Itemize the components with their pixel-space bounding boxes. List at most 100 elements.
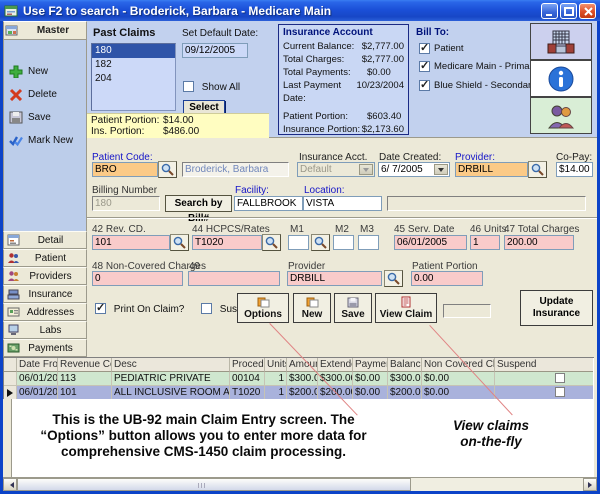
facility-input[interactable]: FALLBROOK <box>234 196 303 211</box>
client-area: Master New Delete Save Mark New Detail P… <box>3 21 597 491</box>
m2-input[interactable] <box>333 235 354 250</box>
insurance-account-title: Insurance Account <box>283 27 404 38</box>
bill-to-option-blueshield[interactable]: Blue Shield - Secondary <box>419 80 536 91</box>
field49-input[interactable] <box>188 271 280 286</box>
new-line-button[interactable]: New <box>293 293 331 323</box>
sidebar-action-new[interactable]: New <box>9 63 48 79</box>
date-created-combobox[interactable]: 6/ 7/2005 <box>378 162 450 177</box>
patients-button[interactable] <box>530 97 592 134</box>
sidebar-action-mark-new[interactable]: Mark New <box>9 132 73 148</box>
grid-header[interactable]: Units <box>265 358 287 372</box>
sidebar-action-delete[interactable]: Delete <box>9 86 57 102</box>
grid-header[interactable]: Extended <box>318 358 353 372</box>
grid-header[interactable]: Non Covered Charges <box>422 358 495 372</box>
minimize-button[interactable] <box>541 3 558 19</box>
sidebar-item-providers[interactable]: Providers <box>3 267 87 285</box>
cell-suspend <box>495 372 593 386</box>
grid-header[interactable]: Suspend <box>495 358 593 372</box>
bill-to-checkbox[interactable] <box>419 80 430 91</box>
scroll-left-arrow[interactable] <box>3 478 17 491</box>
grid-header[interactable]: Procedure <box>230 358 265 372</box>
past-claims-item[interactable]: 182 <box>92 58 175 72</box>
scrollbar-track[interactable] <box>411 478 583 491</box>
noncovered-input[interactable]: 0 <box>92 271 183 286</box>
default-date-input[interactable]: 09/12/2005 <box>182 43 248 58</box>
bill-to-checkbox[interactable] <box>419 43 430 54</box>
side-note-line: on-the-fly <box>431 434 551 450</box>
past-claims-item[interactable]: 180 <box>92 44 175 58</box>
print-on-claim-box[interactable] <box>95 303 106 314</box>
maximize-button[interactable] <box>560 3 577 19</box>
scroll-right-arrow[interactable] <box>583 478 597 491</box>
bill-to-checkbox[interactable] <box>419 61 430 72</box>
close-button[interactable] <box>579 3 596 19</box>
view-claim-button[interactable]: View Claim <box>375 293 437 323</box>
grid-header[interactable]: Balance <box>388 358 422 372</box>
total-charges-input[interactable]: 200.00 <box>504 235 574 250</box>
m1-search-button[interactable] <box>311 234 330 251</box>
suspended-box[interactable] <box>201 303 212 314</box>
sidebar-item-label: Providers <box>23 271 78 282</box>
insurance-acct-value: Default <box>300 164 332 175</box>
sidebar-master-header[interactable]: Master <box>3 21 87 40</box>
grid-header[interactable]: Payments <box>353 358 388 372</box>
facility-button[interactable] <box>530 23 592 60</box>
sidebar-item-payments[interactable]: Payments <box>3 339 87 357</box>
update-insurance-button[interactable]: Update Insurance <box>520 290 593 326</box>
patient-name-field: Broderick, Barbara <box>182 162 289 177</box>
bill-to-option-patient[interactable]: Patient <box>419 43 464 54</box>
grid-header[interactable]: Revenue Code <box>58 358 112 372</box>
sidebar-item-detail[interactable]: Detail <box>3 231 87 249</box>
rev-cd-input[interactable]: 101 <box>92 235 170 250</box>
m3-input[interactable] <box>358 235 379 250</box>
past-claims-item[interactable]: 204 <box>92 72 175 86</box>
sidebar-item-patient[interactable]: Patient <box>3 249 87 267</box>
options-button[interactable]: Options <box>237 293 289 323</box>
line-provider-search-button[interactable] <box>384 270 403 287</box>
suspend-checkbox[interactable] <box>555 373 565 383</box>
sidebar-item-insurance[interactable]: Insurance <box>3 285 87 303</box>
patient-code-input[interactable]: BRO <box>92 162 158 177</box>
print-on-claim-checkbox[interactable]: Print On Claim? <box>95 303 184 315</box>
patient-search-button[interactable] <box>158 161 177 178</box>
sidebar-action-save[interactable]: Save <box>9 109 51 125</box>
table-row[interactable]: 06/01/2005 113 PEDIATRIC PRIVATE 00104 1… <box>4 372 594 386</box>
m1-input[interactable] <box>288 235 309 250</box>
save-line-button[interactable]: Save <box>334 293 372 323</box>
line-provider-input[interactable]: DRBILL <box>287 271 382 286</box>
ins-row-label: Last Payment Date: <box>283 79 356 92</box>
rev-cd-search-button[interactable] <box>170 234 189 251</box>
table-row[interactable]: 06/01/2005 101 ALL INCLUSIVE ROOM AND BO… <box>4 386 594 400</box>
show-all-checkbox-box[interactable] <box>183 81 194 92</box>
claim-lines-grid: Date From Revenue Code Desc Procedure Un… <box>3 357 594 400</box>
serv-date-input[interactable]: 06/01/2005 <box>394 235 467 250</box>
annotation-side-note: View claims on-the-fly <box>431 418 551 450</box>
grid-header[interactable]: Date From <box>17 358 58 372</box>
units-input[interactable]: 1 <box>470 235 500 250</box>
hcpcs-search-button[interactable] <box>262 234 281 251</box>
hcpcs-input[interactable]: T1020 <box>192 235 262 250</box>
insurance-icon <box>7 288 20 300</box>
chevron-down-icon <box>359 164 373 175</box>
info-button[interactable] <box>530 60 592 97</box>
cell-suspend <box>495 386 593 400</box>
provider-input[interactable]: DRBILL <box>455 162 528 177</box>
horizontal-scrollbar[interactable] <box>3 477 597 491</box>
bill-to-option-medicare[interactable]: Medicare Main - Primary <box>419 61 537 72</box>
copay-input[interactable]: $14.00 <box>556 162 593 177</box>
grid-header[interactable]: Desc <box>112 358 230 372</box>
past-claims-listbox[interactable]: 180 182 204 <box>91 43 176 111</box>
location-input[interactable]: VISTA <box>303 196 382 211</box>
total-charges-label: 47 Total Charges <box>504 224 579 235</box>
sidebar-item-addresses[interactable]: Addresses <box>3 303 87 321</box>
row-selector[interactable] <box>4 372 17 386</box>
suspend-checkbox[interactable] <box>555 387 565 397</box>
show-all-checkbox[interactable]: Show All <box>183 81 240 93</box>
row-selector-icon[interactable] <box>4 386 17 400</box>
line-patient-portion-input[interactable]: 0.00 <box>411 271 483 286</box>
search-by-bill-button[interactable]: Search by Bill# <box>165 195 232 212</box>
sidebar-item-labs[interactable]: Labs <box>3 321 87 339</box>
insurance-acct-combobox[interactable]: Default <box>297 162 375 177</box>
provider-search-button[interactable] <box>528 161 547 178</box>
scrollbar-thumb[interactable] <box>17 478 411 491</box>
